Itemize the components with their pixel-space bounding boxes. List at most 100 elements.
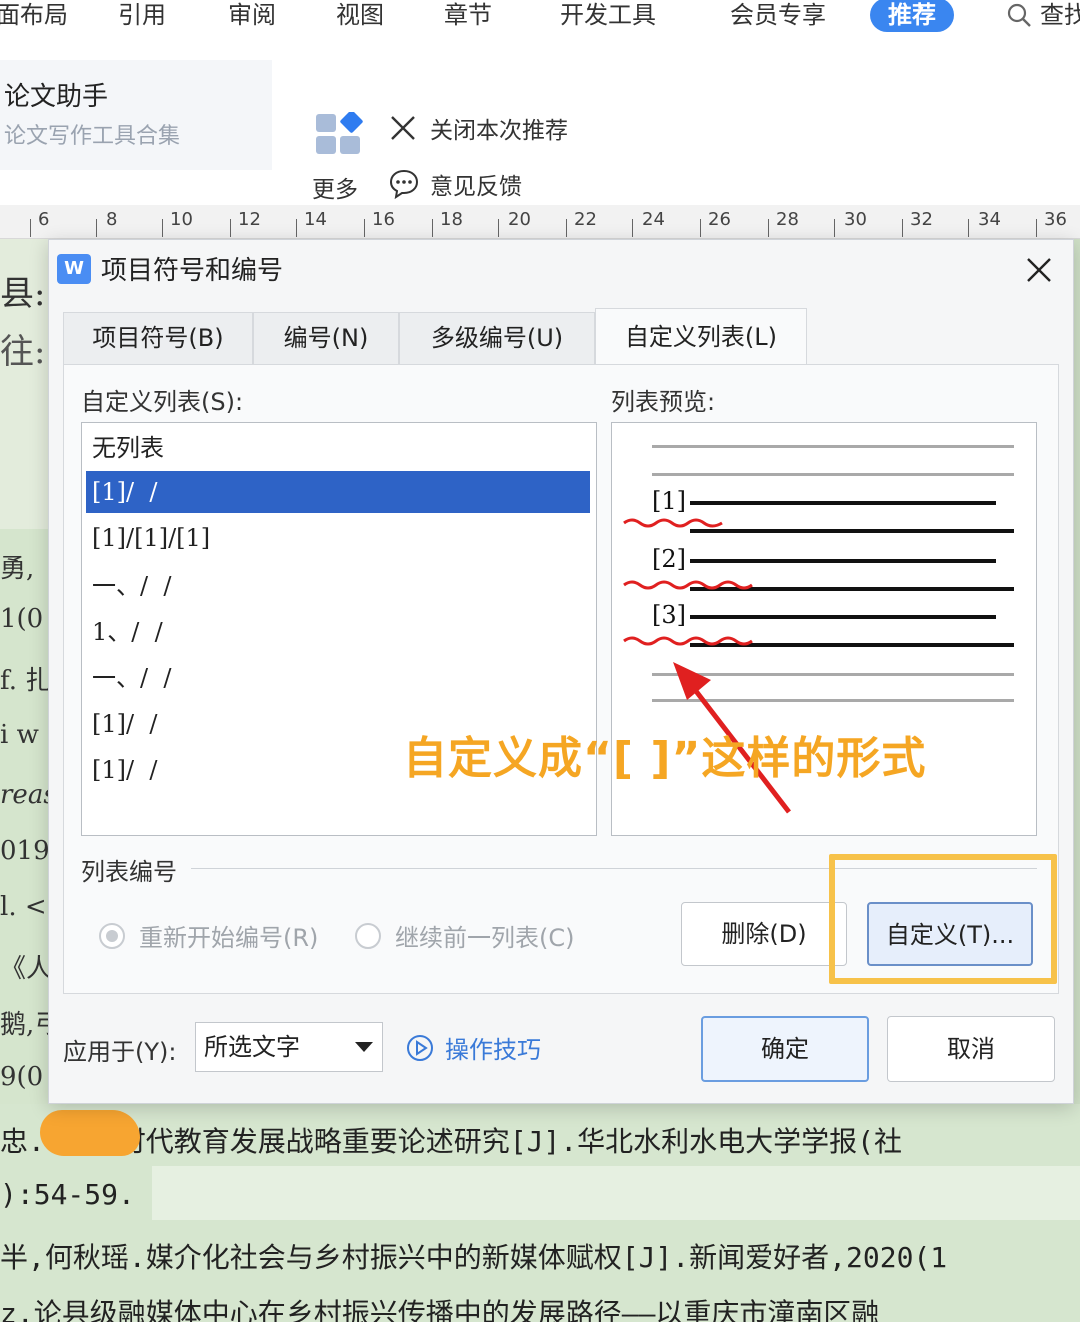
tab-recommend[interactable]: 推荐 [870, 0, 954, 32]
document-line-highlight [152, 1166, 1080, 1220]
dialog-title-bar[interactable]: W 项目符号和编号 [49, 240, 1073, 296]
doc-fragment: 9(0 [0, 1062, 44, 1092]
ruler-mark: 6 [38, 209, 50, 230]
ruler-mark: 34 [978, 209, 1001, 230]
doc-line: 半,何秋瑶.媒介化社会与乡村振兴中的新媒体赋权[J].新闻爱好者,2020(1 [0, 1241, 948, 1274]
ruler-tick [30, 219, 31, 237]
ruler-tick [902, 219, 903, 237]
doc-fragment: 往: [0, 332, 46, 372]
horizontal-ruler[interactable]: 6 8 10 12 14 16 18 20 22 24 26 28 30 32 … [0, 205, 1080, 239]
red-squiggle-mark [623, 636, 753, 646]
preview-line [690, 615, 996, 619]
tab-bullets[interactable]: 项目符号(B) [63, 312, 253, 364]
doc-line: ):54-59. [0, 1178, 135, 1211]
doc-line: z.论县级融媒体中心在乡村振兴传播中的发展路径——以重庆市潼南区融 [0, 1297, 880, 1322]
restart-numbering-label: 重新开始编号(R) [139, 924, 319, 952]
list-numbering-label: 列表编号 [81, 858, 177, 886]
ruler-mark: 26 [708, 209, 731, 230]
ruler-tick [968, 219, 969, 237]
list-item[interactable]: 1、/ / [86, 611, 590, 653]
tips-label: 操作技巧 [445, 1036, 541, 1064]
delete-button[interactable]: 删除(D) [681, 902, 847, 966]
preview-number: [3] [652, 601, 686, 629]
ruler-tick [364, 219, 365, 237]
cancel-button[interactable]: 取消 [887, 1016, 1055, 1082]
preview-line [652, 445, 1014, 448]
ruler-mark: 22 [574, 209, 597, 230]
ruler-tick [230, 219, 231, 237]
ruler-mark: 32 [910, 209, 933, 230]
tab-custom-list[interactable]: 自定义列表(L) [595, 308, 807, 364]
close-icon [391, 116, 415, 140]
close-recommend-button[interactable]: 关闭本次推荐 [388, 112, 568, 144]
ruler-mark: 14 [304, 209, 327, 230]
tab-page-layout[interactable]: 面布局 [0, 0, 68, 30]
chevron-down-icon [355, 1042, 373, 1052]
close-recommend-label: 关闭本次推荐 [430, 118, 568, 144]
ruler-tick [834, 219, 835, 237]
ruler-tick [96, 219, 97, 237]
ribbon-body: 论文助手 论文写作工具合集 更多 关闭本次推荐 意见反馈 [0, 42, 1080, 207]
feedback-label: 意见反馈 [430, 174, 522, 200]
ruler-tick [768, 219, 769, 237]
preview-line [652, 473, 1014, 476]
doc-fragment: 《人 [0, 954, 53, 984]
restart-numbering-radio[interactable]: 重新开始编号(R) [99, 918, 318, 953]
doc-fragment: 县: [0, 274, 46, 314]
play-circle-icon [407, 1034, 433, 1061]
ruler-mark: 10 [170, 209, 193, 230]
doc-fragment: 1(0 [0, 604, 44, 634]
red-squiggle-mark [623, 580, 753, 590]
preview-number: [1] [652, 487, 686, 515]
ruler-mark: 8 [106, 209, 118, 230]
tab-numbering[interactable]: 编号(N) [253, 312, 399, 364]
ruler-tick [632, 219, 633, 237]
preview-line [690, 559, 996, 563]
doc-fragment: 勇, [0, 554, 35, 584]
list-item[interactable]: 一、/ / [86, 657, 590, 699]
bullets-numbering-dialog: W 项目符号和编号 项目符号(B) 编号(N) 多级编号(U) 自定义列表(L)… [48, 239, 1074, 1104]
ruler-tick [432, 219, 433, 237]
chat-bubble-icon [389, 169, 419, 200]
ruler-mark: 30 [844, 209, 867, 230]
list-item[interactable]: 一、/ / [86, 565, 590, 607]
more-button[interactable]: 更多 [312, 170, 358, 204]
annotation-text: 自定义成“[ ]”这样的形式 [403, 733, 927, 784]
preview-number: [2] [652, 545, 686, 573]
dialog-close-icon[interactable] [1019, 250, 1059, 290]
feedback-button[interactable]: 意见反馈 [388, 166, 522, 202]
tab-section[interactable]: 章节 [444, 0, 492, 30]
list-item[interactable]: 无列表 [86, 427, 590, 469]
tab-multilevel[interactable]: 多级编号(U) [399, 312, 595, 364]
radio-circle [99, 922, 125, 949]
apps-grid-icon[interactable] [316, 112, 364, 158]
continue-list-label: 继续前一列表(C) [395, 924, 575, 952]
ruler-tick [700, 219, 701, 237]
ruler-tick [566, 219, 567, 237]
ruler-mark: 36 [1044, 209, 1067, 230]
list-item[interactable]: [1]/[1]/[1] [86, 517, 590, 559]
ruler-mark: 18 [440, 209, 463, 230]
tab-developer[interactable]: 开发工具 [560, 0, 656, 30]
tab-review[interactable]: 审阅 [228, 0, 276, 30]
tab-view[interactable]: 视图 [336, 0, 384, 30]
ruler-tick [498, 219, 499, 237]
tab-references[interactable]: 引用 [118, 0, 166, 30]
search-icon[interactable] [1006, 2, 1032, 28]
list-item-selected[interactable]: [1]/ / [86, 471, 590, 513]
red-squiggle-mark [623, 518, 723, 528]
doc-fragment: i w [0, 720, 39, 750]
tab-find[interactable]: 查找 [1040, 0, 1080, 30]
radio-circle [355, 922, 381, 949]
doc-fragment: l. < [0, 892, 47, 922]
tab-member[interactable]: 会员专享 [730, 0, 826, 30]
continue-list-radio[interactable]: 继续前一列表(C) [355, 918, 574, 953]
custom-list-label: 自定义列表(S): [81, 388, 244, 416]
preview-line [690, 501, 996, 505]
tips-link[interactable]: 操作技巧 [405, 1030, 541, 1065]
apply-to-label: 应用于(Y): [63, 1038, 177, 1066]
ruler-tick [296, 219, 297, 237]
ruler-mark: 16 [372, 209, 395, 230]
ruler-mark: 28 [776, 209, 799, 230]
ok-button[interactable]: 确定 [701, 1016, 869, 1082]
